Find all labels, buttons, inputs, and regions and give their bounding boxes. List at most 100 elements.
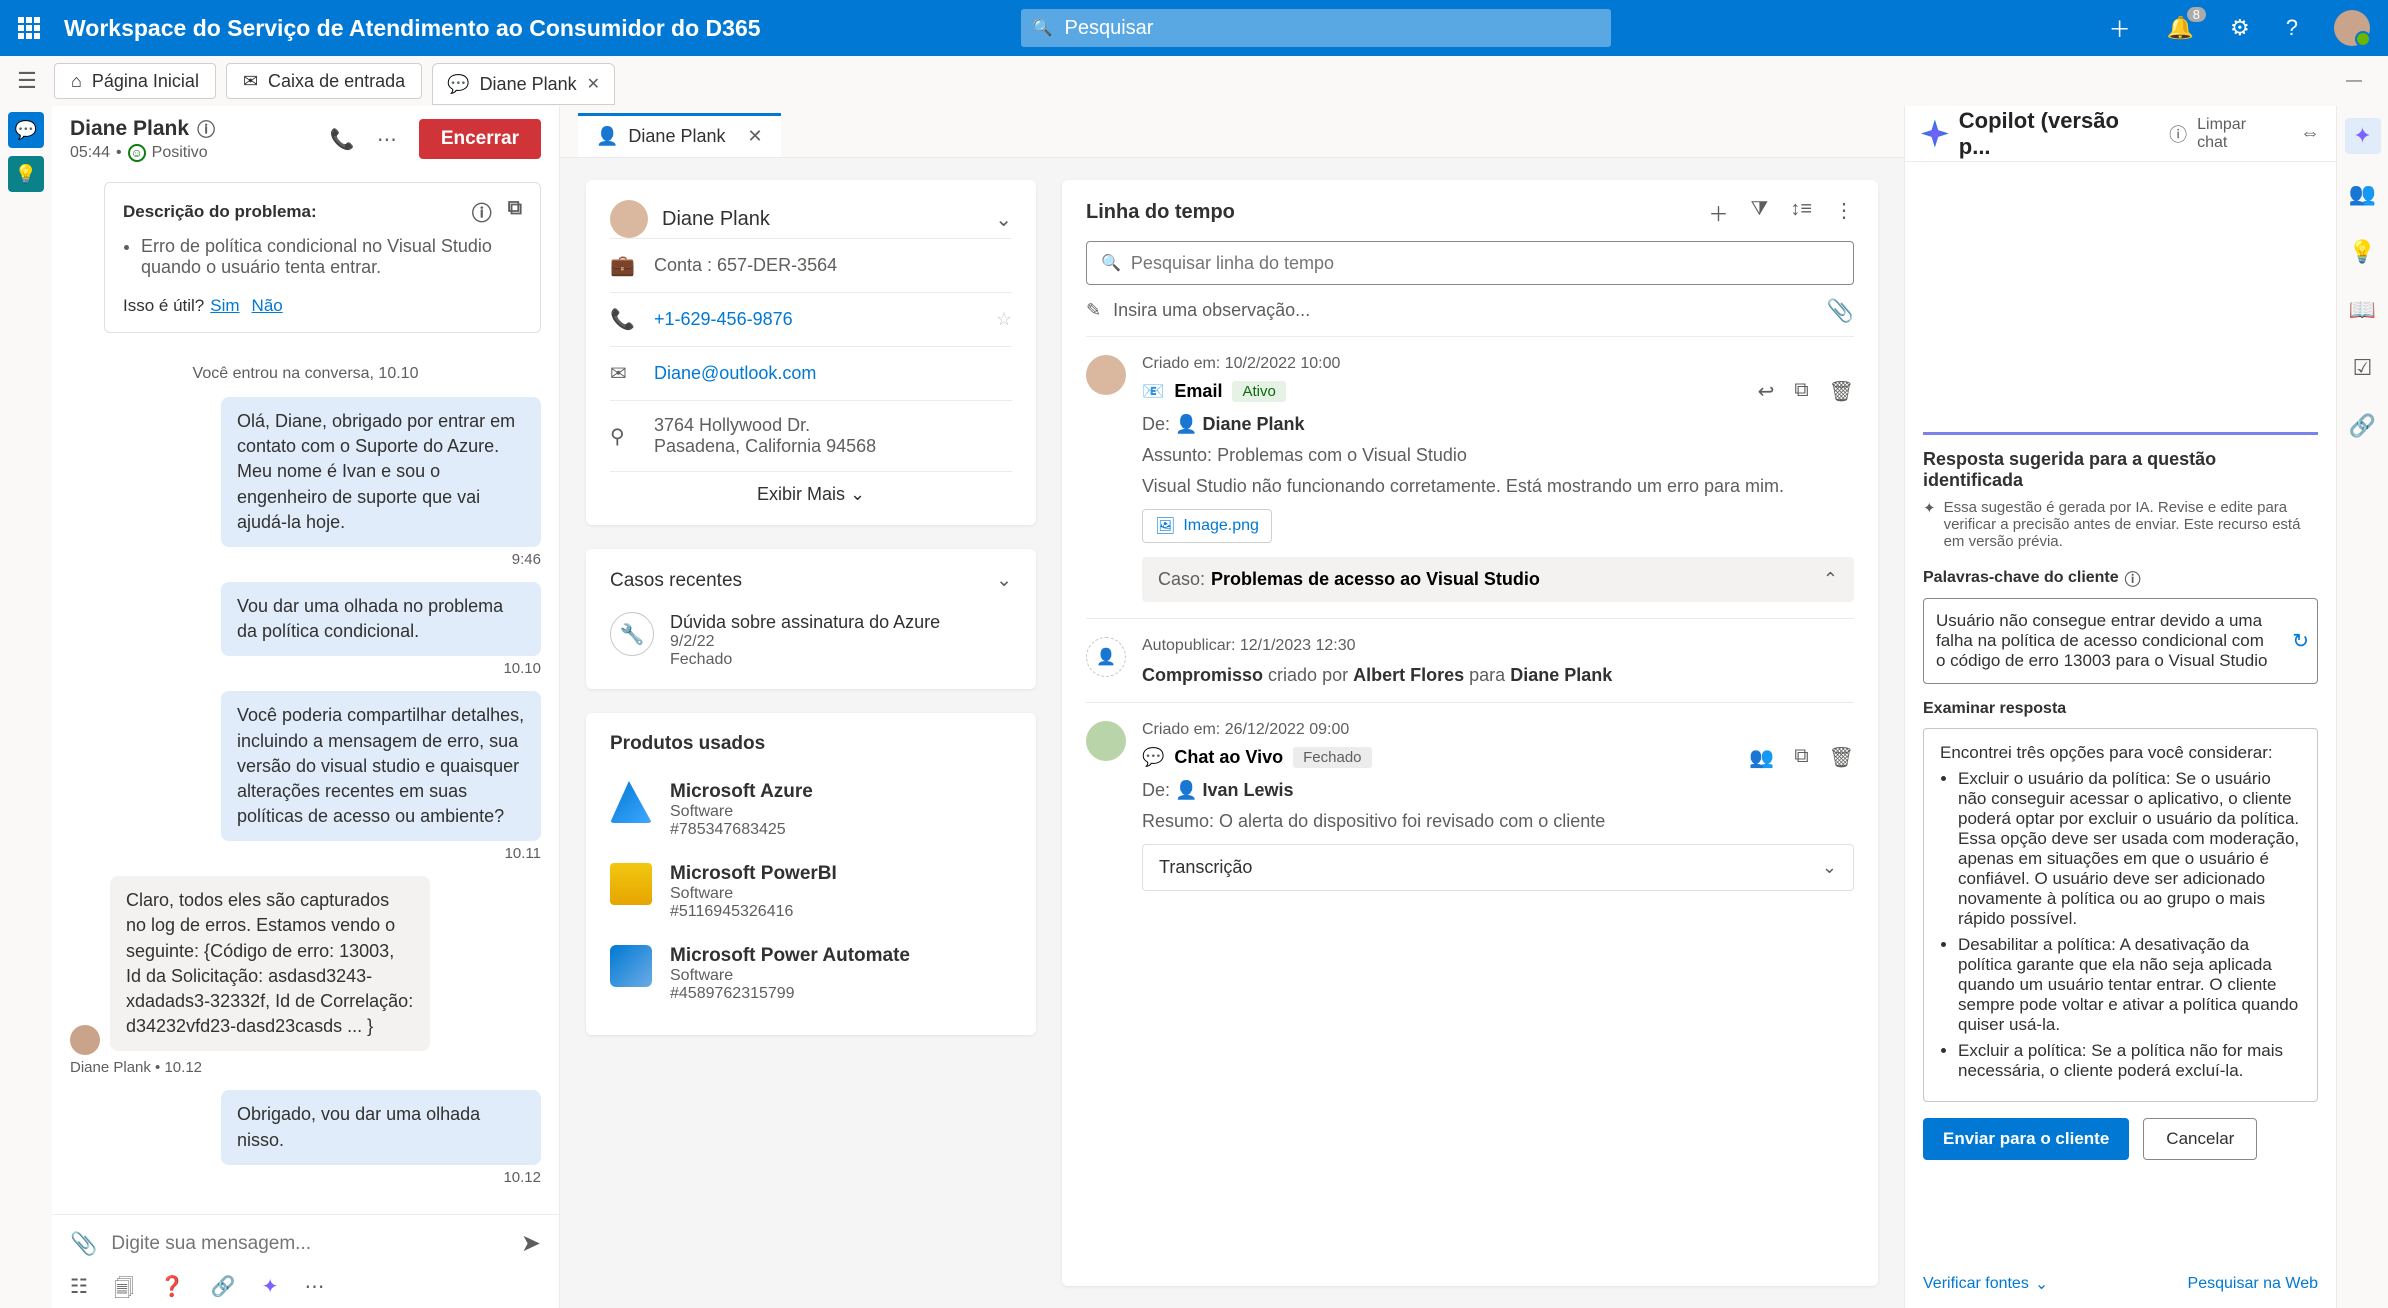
timeline-note-input[interactable]: ✎Insira uma observação...📎 bbox=[1086, 297, 1854, 337]
more-icon[interactable]: ⋮ bbox=[1834, 198, 1854, 227]
chat-icon: 💬 bbox=[1142, 747, 1164, 768]
image-icon: 🖼 bbox=[1155, 516, 1175, 536]
timeline-item-chat: Criado em: 26/12/2022 09:00 💬Chat ao Viv… bbox=[1086, 703, 1854, 907]
case-icon: 🔧 bbox=[610, 612, 654, 656]
message-input[interactable] bbox=[111, 1233, 506, 1255]
star-icon[interactable]: ☆ bbox=[996, 309, 1012, 330]
rail-tasks[interactable]: ☑ bbox=[2345, 350, 2381, 386]
avatar bbox=[70, 1025, 100, 1055]
more-tools-icon[interactable]: ⋯ bbox=[305, 1274, 325, 1308]
link-icon[interactable]: 🔗 bbox=[211, 1274, 236, 1308]
delete-icon[interactable]: 🗑 bbox=[1829, 379, 1854, 404]
copy-icon[interactable]: ⧉ bbox=[508, 197, 522, 226]
response-box[interactable]: Encontrei três opções para você consider… bbox=[1923, 728, 2318, 1102]
rail-link[interactable]: 🔗 bbox=[2345, 408, 2381, 444]
record-tab-diane[interactable]: 👤Diane Plank✕ bbox=[578, 113, 781, 157]
add-icon[interactable]: ＋ bbox=[2109, 12, 2131, 44]
filter-icon[interactable]: ⧩ bbox=[1750, 198, 1768, 227]
keywords-box[interactable]: Usuário não consegue entrar devido a uma… bbox=[1923, 598, 2318, 684]
sort-icon[interactable]: ↕≡ bbox=[1790, 198, 1812, 227]
examine-label: Examinar resposta bbox=[1923, 700, 2318, 718]
info-icon[interactable]: ⓘ bbox=[2125, 566, 2141, 590]
rail-copilot[interactable]: ✦ bbox=[2345, 118, 2381, 154]
show-more-button[interactable]: Exibir Mais ⌄ bbox=[610, 471, 1012, 505]
attach-icon[interactable]: 📎 bbox=[70, 1231, 97, 1257]
help-icon[interactable]: ? bbox=[2286, 15, 2298, 41]
recent-cases-header[interactable]: Casos recentes⌄ bbox=[610, 569, 1012, 598]
contact-email[interactable]: ✉Diane@outlook.com bbox=[610, 346, 1012, 400]
session-tab-diane[interactable]: 💬Diane Plank✕ bbox=[432, 63, 615, 105]
info-icon[interactable]: ⓘ bbox=[472, 197, 492, 226]
chat-message-out: Vou dar uma olhada no problema da políti… bbox=[221, 582, 541, 656]
minimize-icon[interactable]: — bbox=[2346, 72, 2362, 90]
attach-icon[interactable]: 📎 bbox=[1827, 298, 1854, 324]
transcript-bar[interactable]: Transcrição⌄ bbox=[1142, 844, 1854, 891]
recent-case-item[interactable]: 🔧 Dúvida sobre assinatura do Azure 9/2/2… bbox=[610, 598, 1012, 669]
attachment[interactable]: 🖼Image.png bbox=[1142, 509, 1272, 543]
add-icon[interactable]: ＋ bbox=[1708, 198, 1728, 227]
close-icon[interactable]: ✕ bbox=[587, 74, 600, 94]
nav-inbox[interactable]: ✉Caixa de entrada bbox=[226, 63, 422, 99]
settings-icon[interactable]: ⚙ bbox=[2230, 15, 2250, 41]
product-item[interactable]: Microsoft AzureSoftware#785347683425 bbox=[610, 769, 1012, 851]
regenerate-icon[interactable]: ↻ bbox=[2292, 629, 2309, 654]
product-logo bbox=[610, 945, 652, 987]
kb-icon[interactable]: ❓ bbox=[160, 1274, 185, 1308]
contact-header[interactable]: Diane Plank⌄ bbox=[610, 200, 1012, 238]
timeline-search[interactable]: 🔍 bbox=[1086, 241, 1854, 285]
rail-conversation[interactable]: 💬 bbox=[8, 112, 44, 148]
contact-phone[interactable]: 📞+1-629-456-9876☆ bbox=[610, 292, 1012, 346]
rail-idea[interactable]: 💡 bbox=[2345, 234, 2381, 270]
rail-insights[interactable]: 💡 bbox=[8, 156, 44, 192]
quick-reply-icon[interactable]: ☷ bbox=[70, 1274, 88, 1308]
expand-icon[interactable]: ⇔ bbox=[2300, 122, 2320, 145]
send-to-customer-button[interactable]: Enviar para o cliente bbox=[1923, 1118, 2129, 1160]
rail-teams[interactable]: 👥 bbox=[2345, 176, 2381, 212]
copilot-sparkle-icon bbox=[1921, 120, 1949, 148]
close-icon[interactable]: ✕ bbox=[747, 126, 762, 147]
call-icon[interactable]: 📞 bbox=[330, 127, 355, 152]
nav-home[interactable]: ⌂Página Inicial bbox=[54, 63, 216, 99]
more-icon[interactable]: ⋯ bbox=[377, 127, 397, 152]
reply-icon[interactable]: ↩ bbox=[1758, 379, 1775, 404]
product-item[interactable]: Microsoft PowerBISoftware#5116945326416 bbox=[610, 851, 1012, 933]
chat-message-in: Claro, todos eles são capturados no log … bbox=[110, 876, 430, 1051]
notes-icon[interactable]: 🗐 bbox=[114, 1274, 134, 1308]
briefcase-icon: 💼 bbox=[610, 253, 634, 278]
useful-yes[interactable]: Sim bbox=[210, 296, 239, 315]
person-icon: 👤 bbox=[1175, 414, 1197, 434]
end-chat-button[interactable]: Encerrar bbox=[419, 119, 541, 159]
chevron-up-icon: ⌃ bbox=[1823, 569, 1838, 590]
copilot-compose-icon[interactable]: ✦ bbox=[262, 1274, 279, 1308]
search-web-link[interactable]: Pesquisar na Web bbox=[2188, 1275, 2318, 1293]
verify-sources-link[interactable]: Verificar fontes ⌄ bbox=[1923, 1274, 2048, 1294]
assign-icon[interactable]: 👥 bbox=[1749, 745, 1774, 770]
global-search-input[interactable] bbox=[1021, 9, 1611, 47]
send-icon[interactable]: ➤ bbox=[521, 1229, 541, 1258]
problem-description-card: Descrição do problema:ⓘ⧉ Erro de polític… bbox=[104, 182, 541, 333]
timeline-search-input[interactable] bbox=[1131, 253, 1839, 274]
problem-text: Erro de política condicional no Visual S… bbox=[141, 236, 522, 278]
hamburger-icon[interactable]: ☰ bbox=[10, 68, 44, 94]
search-icon: 🔍 bbox=[1101, 253, 1121, 273]
chevron-down-icon[interactable]: ⌄ bbox=[995, 207, 1012, 232]
system-joined-message: Você entrou na conversa, 10.10 bbox=[52, 365, 559, 383]
delete-icon[interactable]: 🗑 bbox=[1829, 745, 1854, 770]
rail-knowledge[interactable]: 📖 bbox=[2345, 292, 2381, 328]
info-icon[interactable]: ⓘ bbox=[197, 116, 215, 142]
message-time: 10.10 bbox=[70, 660, 541, 677]
case-link-bar[interactable]: Caso:Problemas de acesso ao Visual Studi… bbox=[1142, 557, 1854, 602]
open-icon[interactable]: ⧉ bbox=[1794, 379, 1808, 404]
open-icon[interactable]: ⧉ bbox=[1794, 745, 1808, 770]
info-icon[interactable]: ⓘ bbox=[2169, 121, 2187, 147]
notification-badge: 8 bbox=[2187, 7, 2206, 22]
app-launcher-icon[interactable] bbox=[18, 17, 40, 39]
clear-chat-button[interactable]: Limpar chat bbox=[2197, 116, 2280, 152]
product-item[interactable]: Microsoft Power AutomateSoftware#4589762… bbox=[610, 933, 1012, 1015]
cancel-button[interactable]: Cancelar bbox=[2143, 1118, 2257, 1160]
notifications-icon[interactable]: 🔔8 bbox=[2167, 15, 2194, 41]
useful-no[interactable]: Não bbox=[252, 296, 283, 315]
chat-message-out: Obrigado, vou dar uma olhada nisso. bbox=[221, 1090, 541, 1164]
user-avatar[interactable] bbox=[2334, 10, 2370, 46]
avatar bbox=[1086, 721, 1126, 761]
